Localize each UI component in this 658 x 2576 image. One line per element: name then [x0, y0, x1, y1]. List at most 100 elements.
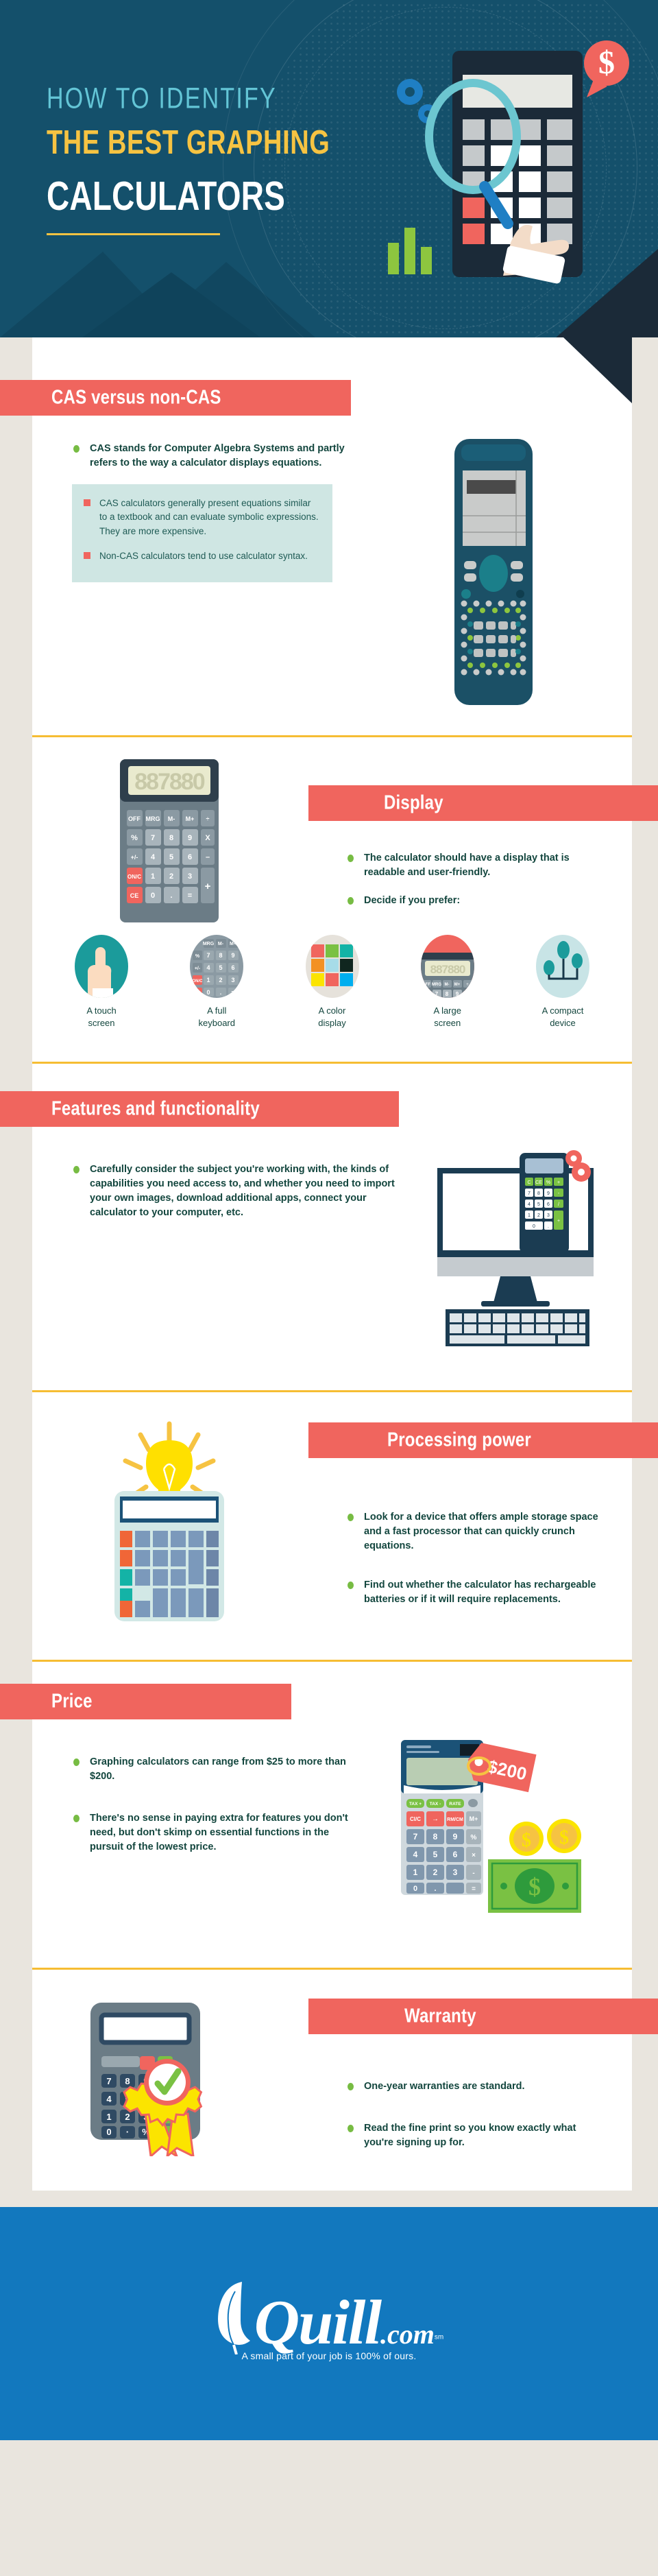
section-title-processing-label: Processing power [387, 1429, 531, 1451]
svg-text:M+: M+ [469, 1815, 478, 1822]
display-options-row: A touch screen MRG M- M+ % 7 8 9 +/- 4 5… [32, 935, 632, 1029]
svg-text:OFF: OFF [422, 983, 430, 987]
svg-text:7: 7 [207, 952, 210, 959]
cas-subbox: CAS calculators generally present equati… [72, 484, 332, 583]
option-color-display[interactable]: A color display [292, 935, 373, 1029]
hero-underline-rule [47, 233, 220, 235]
hero-calculator-art: $ [388, 40, 629, 284]
list-item: Find out whether the calculator has rech… [346, 1578, 607, 1607]
svg-text:M+: M+ [454, 983, 460, 987]
list-item: CAS calculators generally present equati… [83, 497, 319, 538]
svg-text:×: × [472, 1852, 476, 1859]
option-label-line1: A large [433, 1005, 461, 1016]
svg-text:7: 7 [528, 1191, 531, 1196]
svg-text:+/-: +/- [131, 854, 138, 861]
footer-brand-bar: Quill.comsm A small part of your job is … [0, 2207, 658, 2441]
option-label-line1: A touch [86, 1005, 117, 1016]
svg-text:M-: M- [218, 942, 224, 946]
section-title-price-label: Price [51, 1690, 93, 1713]
section-title-display: Display [308, 785, 658, 821]
svg-text:4: 4 [151, 853, 156, 861]
hero-line-2: THE BEST GRAPHING [47, 124, 330, 162]
svg-text:MRG: MRG [432, 983, 441, 987]
svg-text:+: + [557, 1180, 559, 1185]
svg-text:=: = [232, 989, 235, 996]
svg-text:.: . [548, 1224, 549, 1229]
pointing-hand-icon [75, 935, 128, 998]
features-bullet-list: Carefully consider the subject you're wo… [72, 1162, 402, 1220]
list-item: One-year warranties are standard. [346, 2079, 607, 2094]
svg-text:OFF: OFF [128, 815, 141, 822]
list-item: Read the fine print so you know exactly … [346, 2121, 607, 2150]
section-warranty: 7 8 9 X 4 5 6 - 1 2 3 ± 0 [32, 1970, 658, 2186]
svg-text:ON/C: ON/C [193, 979, 204, 983]
svg-text:8: 8 [219, 952, 223, 959]
svg-text:$: $ [598, 45, 615, 81]
svg-text:9: 9 [547, 1191, 550, 1196]
svg-text:1: 1 [528, 1213, 531, 1218]
list-item: Look for a device that offers ample stor… [346, 1510, 607, 1553]
compact-device-icon [536, 935, 589, 998]
svg-text:+: + [205, 881, 211, 892]
svg-text:8: 8 [432, 1832, 437, 1841]
list-item: CAS stands for Computer Algebra Systems … [72, 442, 354, 470]
list-item: There's no sense in paying extra for fea… [72, 1811, 354, 1855]
svg-text:RM/CM: RM/CM [447, 1817, 463, 1822]
svg-text:5: 5 [432, 1850, 437, 1859]
option-touch-screen[interactable]: A touch screen [61, 935, 142, 1029]
section-title-warranty-label: Warranty [404, 2005, 476, 2027]
svg-text:$: $ [559, 1827, 569, 1848]
option-large-screen[interactable]: 887880 OFF MRG M- M+ ÷ 7 8 9 A large scr… [407, 935, 488, 1029]
svg-text:→: → [432, 1815, 439, 1823]
option-label-line1: A full [207, 1005, 227, 1016]
section-title-display-label: Display [384, 791, 443, 814]
option-label-line2: device [550, 1017, 576, 1028]
svg-text:2: 2 [537, 1213, 540, 1218]
color-swatches-icon [305, 935, 359, 998]
section-title-price: Price [0, 1684, 291, 1720]
hero-header: $ HOW TO IDENTIFY THE BEST GRAPHING CALC… [0, 0, 658, 337]
option-full-keyboard[interactable]: MRG M- M+ % 7 8 9 +/- 4 5 6 ON/C 1 2 3 0… [176, 935, 257, 1029]
section-title-features-label: Features and functionality [51, 1097, 260, 1120]
svg-text:%: % [131, 834, 138, 842]
quill-logo[interactable]: Quill.comsm A small part of your job is … [215, 2279, 444, 2362]
large-screen-icon: 887880 OFF MRG M- M+ ÷ 7 8 9 [420, 935, 474, 998]
logo-service-mark: sm [434, 2333, 444, 2341]
svg-text:8: 8 [537, 1191, 540, 1196]
svg-text:0: 0 [413, 1885, 417, 1893]
svg-text:8: 8 [125, 2076, 130, 2086]
option-compact-device[interactable]: A compact device [522, 935, 603, 1029]
svg-text:.: . [220, 989, 222, 996]
svg-text:TAX -: TAX - [429, 1802, 441, 1806]
section-title-processing: Processing power [308, 1422, 658, 1459]
section-price: Price Graphing calculators can range fro… [0, 1662, 632, 1970]
logo-tagline: A small part of your job is 100% of ours… [241, 2350, 417, 2362]
svg-text:C: C [527, 1180, 531, 1185]
warranty-bullet-list: One-year warranties are standard. Read t… [346, 2079, 607, 2150]
svg-text:–: – [206, 853, 210, 861]
svg-text:.: . [434, 1885, 436, 1893]
infographic-page: $ HOW TO IDENTIFY THE BEST GRAPHING CALC… [0, 0, 658, 2441]
section-title-cas-label: CAS versus non-CAS [51, 386, 221, 409]
feather-quill-icon [217, 2282, 250, 2355]
option-label-line1: A compact [541, 1005, 584, 1016]
svg-text:8: 8 [446, 991, 449, 997]
display-bullet-list: The calculator should have a display tha… [346, 851, 607, 908]
lightbulb-calculator-illustration [114, 1421, 224, 1622]
svg-text:$: $ [522, 1830, 531, 1851]
svg-text:7: 7 [106, 2076, 111, 2086]
svg-text:0: 0 [106, 2127, 111, 2137]
svg-text:2: 2 [219, 977, 223, 983]
svg-text:X: X [205, 834, 210, 842]
svg-text:5: 5 [219, 964, 223, 971]
svg-text:2: 2 [432, 1868, 437, 1877]
svg-text:M+: M+ [230, 942, 236, 946]
svg-text:·: · [126, 2127, 129, 2137]
svg-text:0: 0 [151, 892, 155, 900]
svg-text:4: 4 [106, 2094, 112, 2104]
svg-text:TAX +: TAX + [409, 1802, 421, 1806]
svg-text:ON/C: ON/C [127, 874, 141, 880]
svg-text:3: 3 [232, 977, 235, 983]
svg-text:+/-: +/- [195, 966, 201, 971]
svg-text:MRG: MRG [203, 942, 215, 946]
